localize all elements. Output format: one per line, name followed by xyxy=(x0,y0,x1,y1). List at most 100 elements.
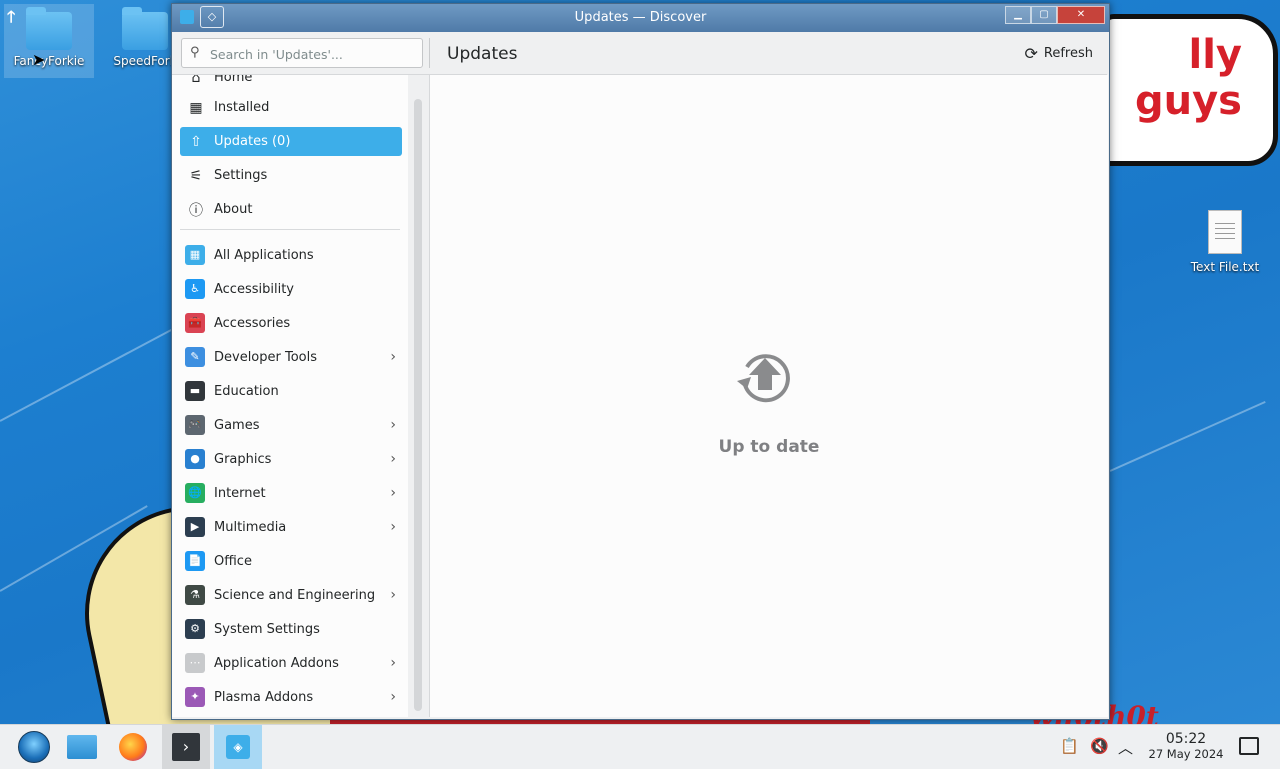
chevron-right-icon: › xyxy=(390,655,396,671)
category-icon: ✎ xyxy=(185,347,205,367)
toolbar-separator xyxy=(429,38,430,68)
installed-icon: ▦ xyxy=(189,99,203,116)
category-label: Multimedia xyxy=(214,519,287,535)
wallpaper-streak xyxy=(1109,400,1266,472)
mouse-cursor-icon: ➤ xyxy=(32,50,46,69)
chevron-right-icon: › xyxy=(390,587,396,603)
category-label: All Applications xyxy=(214,247,314,263)
category-item[interactable]: ▬ Education xyxy=(180,374,402,408)
clock-date[interactable]: 27 May 2024 xyxy=(1140,747,1232,761)
category-label: Application Addons xyxy=(214,655,339,671)
chevron-right-icon: › xyxy=(390,485,396,501)
category-item[interactable]: ✎ Developer Tools › xyxy=(180,340,402,374)
taskbar-discover[interactable]: ◈ xyxy=(214,725,262,769)
category-item[interactable]: ✦ Plasma Addons › xyxy=(180,680,402,714)
maximize-button[interactable]: ▢ xyxy=(1031,6,1057,24)
search-box[interactable]: ⚲ xyxy=(181,38,423,68)
sidebar-item-label: About xyxy=(214,202,253,217)
taskbar-file-manager[interactable] xyxy=(64,729,100,765)
chevron-right-icon: › xyxy=(390,519,396,535)
arrow-up-icon[interactable]: 🡑 xyxy=(7,6,15,33)
discover-window: ◇ Updates — Discover ▁ ▢ ✕ ⚲ Updates ⟳ R… xyxy=(171,3,1110,720)
category-item[interactable]: ● Graphics › xyxy=(180,442,402,476)
home-icon: ⌂ xyxy=(191,75,201,86)
wallpaper-streak xyxy=(0,326,178,422)
desktop-icon-fancyforkie[interactable]: FancyForkie xyxy=(4,4,94,78)
settings-icon: ⚟ xyxy=(189,167,203,184)
sidebar-item-settings[interactable]: ⚟ Settings xyxy=(180,161,402,190)
chevron-right-icon: › xyxy=(390,349,396,365)
sidebar-item-about[interactable]: ⓘ About xyxy=(180,195,402,224)
category-item[interactable]: ▶ Multimedia › xyxy=(180,510,402,544)
window-title: Updates — Discover xyxy=(574,10,707,25)
category-icon: 🌐 xyxy=(185,483,205,503)
category-item[interactable]: ⚙ System Settings xyxy=(180,612,402,646)
search-input[interactable] xyxy=(208,43,420,65)
file-manager-icon xyxy=(67,735,97,759)
sidebar-item-label: Installed xyxy=(214,100,270,115)
category-icon: ● xyxy=(185,449,205,469)
sidebar-item-installed[interactable]: ▦ Installed xyxy=(180,93,402,122)
category-label: Plasma Addons xyxy=(214,689,314,705)
category-item[interactable]: ⋯ Application Addons › xyxy=(180,646,402,680)
category-icon: ▬ xyxy=(185,381,205,401)
search-icon: ⚲ xyxy=(190,45,200,60)
category-icon: ⚗ xyxy=(185,585,205,605)
category-icon: ▶ xyxy=(185,517,205,537)
firefox-icon xyxy=(119,733,147,761)
category-label: Graphics xyxy=(214,451,272,467)
desktop-icon-text-file[interactable]: Text File.txt xyxy=(1180,206,1270,274)
minimize-button[interactable]: ▁ xyxy=(1005,6,1031,24)
category-label: Science and Engineering xyxy=(214,587,376,603)
category-item[interactable]: ♿ Accessibility xyxy=(180,272,402,306)
start-menu-button[interactable] xyxy=(16,729,52,765)
category-icon: 📄 xyxy=(185,551,205,571)
sidebar-scrollbar[interactable] xyxy=(408,75,428,717)
scrollbar-thumb[interactable] xyxy=(414,99,422,711)
sidebar-item-label: Settings xyxy=(214,168,268,183)
category-icon: ✦ xyxy=(185,687,205,707)
toolbar: ⚲ Updates ⟳ Refresh xyxy=(172,32,1107,75)
sidebar: ⌂ Home ▦ Installed ⇧ Updates (0) ⚟ Setti… xyxy=(172,75,408,717)
category-label: Games xyxy=(214,417,260,433)
info-icon: ⓘ xyxy=(189,202,203,219)
clock-time[interactable]: 05:22 xyxy=(1146,731,1226,747)
chevron-right-icon: › xyxy=(390,417,396,433)
sidebar-item-updates[interactable]: ⇧ Updates (0) xyxy=(180,127,402,156)
taskbar-terminal[interactable]: › xyxy=(162,725,210,769)
page-title: Updates xyxy=(447,44,518,64)
speech-line-1: lly xyxy=(1188,32,1243,78)
category-label: System Settings xyxy=(214,621,320,637)
sidebar-divider xyxy=(180,229,400,230)
show-desktop-icon[interactable] xyxy=(1239,737,1259,755)
title-bar[interactable]: ◇ Updates — Discover ▁ ▢ ✕ xyxy=(172,4,1109,32)
category-label: Education xyxy=(214,383,279,399)
chevron-up-icon[interactable]: ︿ xyxy=(1118,737,1133,758)
volume-muted-icon[interactable]: 🔇 xyxy=(1090,737,1109,755)
close-button[interactable]: ✕ xyxy=(1057,6,1105,24)
window-controls: ▁ ▢ ✕ xyxy=(1005,6,1105,24)
folder-icon xyxy=(122,7,168,50)
category-icon: ⋯ xyxy=(185,653,205,673)
category-item[interactable]: ⚗ Science and Engineering › xyxy=(180,578,402,612)
category-icon: ♿ xyxy=(185,279,205,299)
discover-icon: ◈ xyxy=(226,735,250,759)
desktop-icon-label: FancyForkie xyxy=(13,54,85,68)
category-item[interactable]: 🧰 Accessories xyxy=(180,306,402,340)
refresh-label: Refresh xyxy=(1043,46,1093,61)
clipboard-icon[interactable]: 📋 xyxy=(1060,737,1079,755)
category-label: Internet xyxy=(214,485,266,501)
category-label: Accessibility xyxy=(214,281,294,297)
up-to-date-icon xyxy=(737,354,790,403)
sidebar-item-home[interactable]: ⌂ Home xyxy=(180,75,402,92)
category-label: Accessories xyxy=(214,315,291,331)
refresh-button[interactable]: ⟳ Refresh xyxy=(1025,44,1094,63)
category-item[interactable]: ▦ All Applications xyxy=(180,238,402,272)
folder-icon xyxy=(26,7,72,50)
category-item[interactable]: 🎮 Games › xyxy=(180,408,402,442)
text-file-icon xyxy=(1208,210,1242,254)
category-item[interactable]: 📄 Office xyxy=(180,544,402,578)
taskbar-firefox[interactable] xyxy=(115,729,151,765)
speech-bubble-text: lly guys xyxy=(1112,32,1272,124)
category-item[interactable]: 🌐 Internet › xyxy=(180,476,402,510)
